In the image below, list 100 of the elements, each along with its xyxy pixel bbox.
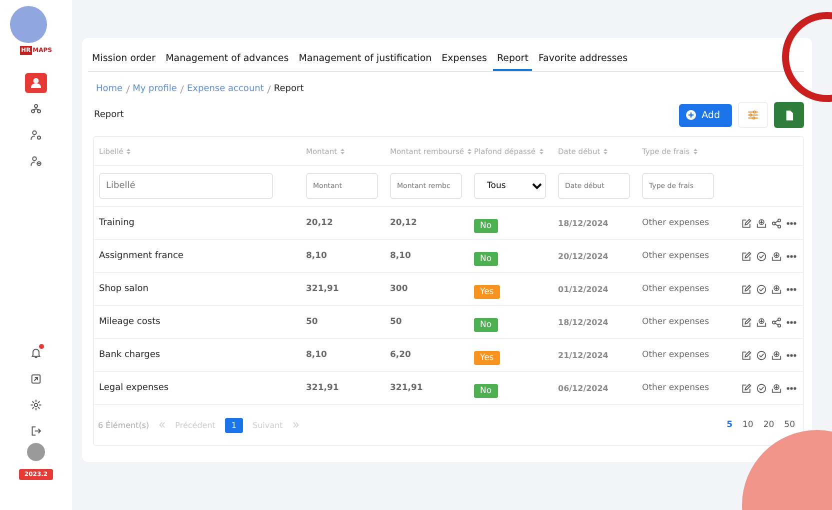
row-action-button[interactable] [771,382,782,394]
row-action-button[interactable] [741,316,752,328]
table-cell-text: 06/12/2024 [557,384,610,392]
tab[interactable]: Report [492,48,532,71]
check-circle-icon [756,382,767,394]
page-size-option[interactable]: 5 [722,420,737,430]
table-cell-text: 20,12 [305,218,334,228]
tab[interactable]: Expenses [438,48,491,71]
row-action-button[interactable] [756,316,767,328]
share-icon [771,316,782,328]
status-badge: No [474,384,498,398]
status-badge: Yes [474,285,500,299]
user-gear-icon [30,129,42,141]
sliders-icon [747,109,759,121]
filter-field[interactable]: Libellé [99,173,273,199]
page-size-option[interactable]: 10 [738,420,758,430]
row-action-button[interactable] [741,350,752,360]
tab[interactable]: Management of advances [162,48,293,71]
breadcrumb-link[interactable]: Expense account [186,84,264,94]
table-cell-text: Shop salon [98,284,150,294]
row-action-button[interactable] [741,284,752,294]
edit-icon [741,316,752,328]
table-cell-text: 8,10 [305,251,328,261]
row-action-button[interactable] [771,316,782,328]
breadcrumb-separator-icon [266,84,271,94]
table-cell-text: Other expenses [641,284,710,294]
document-icon [784,110,794,120]
row-action-button[interactable] [756,382,767,394]
download-tray-icon [756,218,767,228]
table-cell-text: Other expenses [641,383,710,393]
plus-circle-icon [686,110,696,120]
table-cell-text: 300 [389,284,409,294]
download-tray-icon [756,316,767,328]
double-chevron-left-icon [159,422,166,428]
decorative-circle [10,6,47,43]
user-minus-icon [30,155,42,167]
row-action-button[interactable] [771,350,782,360]
table-cell-text: Other expenses [641,317,710,327]
status-badge: No [474,252,498,266]
table-cell-text: 8,10 [305,350,328,360]
sidebar-item[interactable] [25,73,47,93]
breadcrumb-current: Report [274,84,304,94]
table-cell-text: Assignment france [98,251,184,261]
page-size-option[interactable]: 50 [780,420,799,430]
add-button[interactable]: Add [678,104,732,126]
table-cell-text: Legal expenses [98,383,170,393]
table-cell-text: Other expenses [641,218,710,228]
double-chevron-right-icon [292,422,299,428]
table-cell-text: 21/12/2024 [557,350,610,360]
table-cell-text: Bank charges [98,350,162,360]
breadcrumb-separator-icon [126,84,130,94]
download-tray-icon [771,382,782,394]
breadcrumb-separator-icon [180,84,184,94]
table-cell-text: Other expenses [641,350,710,360]
breadcrumb-link[interactable]: Home [96,84,123,94]
table-cell-text: Other expenses [641,251,710,261]
tab[interactable]: Mission order [88,48,160,71]
edit-icon [741,350,752,360]
table-cell-text: 50 [305,317,319,327]
excel-export-button[interactable] [774,102,804,128]
breadcrumb-link[interactable]: My profile [132,84,177,94]
section-title: Report [94,110,125,120]
page-button[interactable]: 1 [225,418,243,432]
table-cell-text: 321,91 [305,284,340,294]
status-badge: No [474,219,498,233]
table-cell-text: 8,10 [389,251,412,261]
row-action-button[interactable] [771,218,782,228]
table-cell-text: Mileage costs [98,317,162,327]
row-action-button[interactable] [756,284,767,294]
table-cell-text: 20/12/2024 [557,252,610,260]
row-action-button[interactable] [756,218,767,228]
user-icon [30,77,42,89]
settings-icon [30,399,42,411]
table-cell-text: Training [98,218,136,228]
row-action-button[interactable] [741,382,752,394]
bell-icon [30,347,42,359]
item-count: 6 Élément(s) [98,420,150,430]
row-action-button[interactable] [771,250,782,262]
edit-icon [741,218,752,228]
status-badge: No [474,318,498,332]
row-action-button[interactable] [756,350,767,360]
row-action-button[interactable] [771,284,782,294]
row-action-button[interactable] [756,250,767,262]
table-cell-text: 18/12/2024 [557,318,610,326]
filter-select[interactable]: Tous [474,173,546,199]
logout-icon [30,425,42,437]
row-action-button[interactable] [741,218,752,228]
export-icon [30,373,42,385]
edit-icon [741,250,752,262]
table-cell-text: 50 [389,317,403,327]
tab[interactable]: Favorite addresses [534,48,632,71]
check-circle-icon [756,350,767,360]
tab[interactable]: Management of justification [294,48,436,71]
table-cell-text: 321,91 [389,383,424,393]
download-tray-icon [771,284,782,294]
check-circle-icon [756,250,767,262]
table-cell-text: 20,12 [389,218,418,228]
page-size-option[interactable]: 20 [759,420,778,430]
row-action-button[interactable] [741,250,752,262]
status-badge: Yes [474,351,500,365]
